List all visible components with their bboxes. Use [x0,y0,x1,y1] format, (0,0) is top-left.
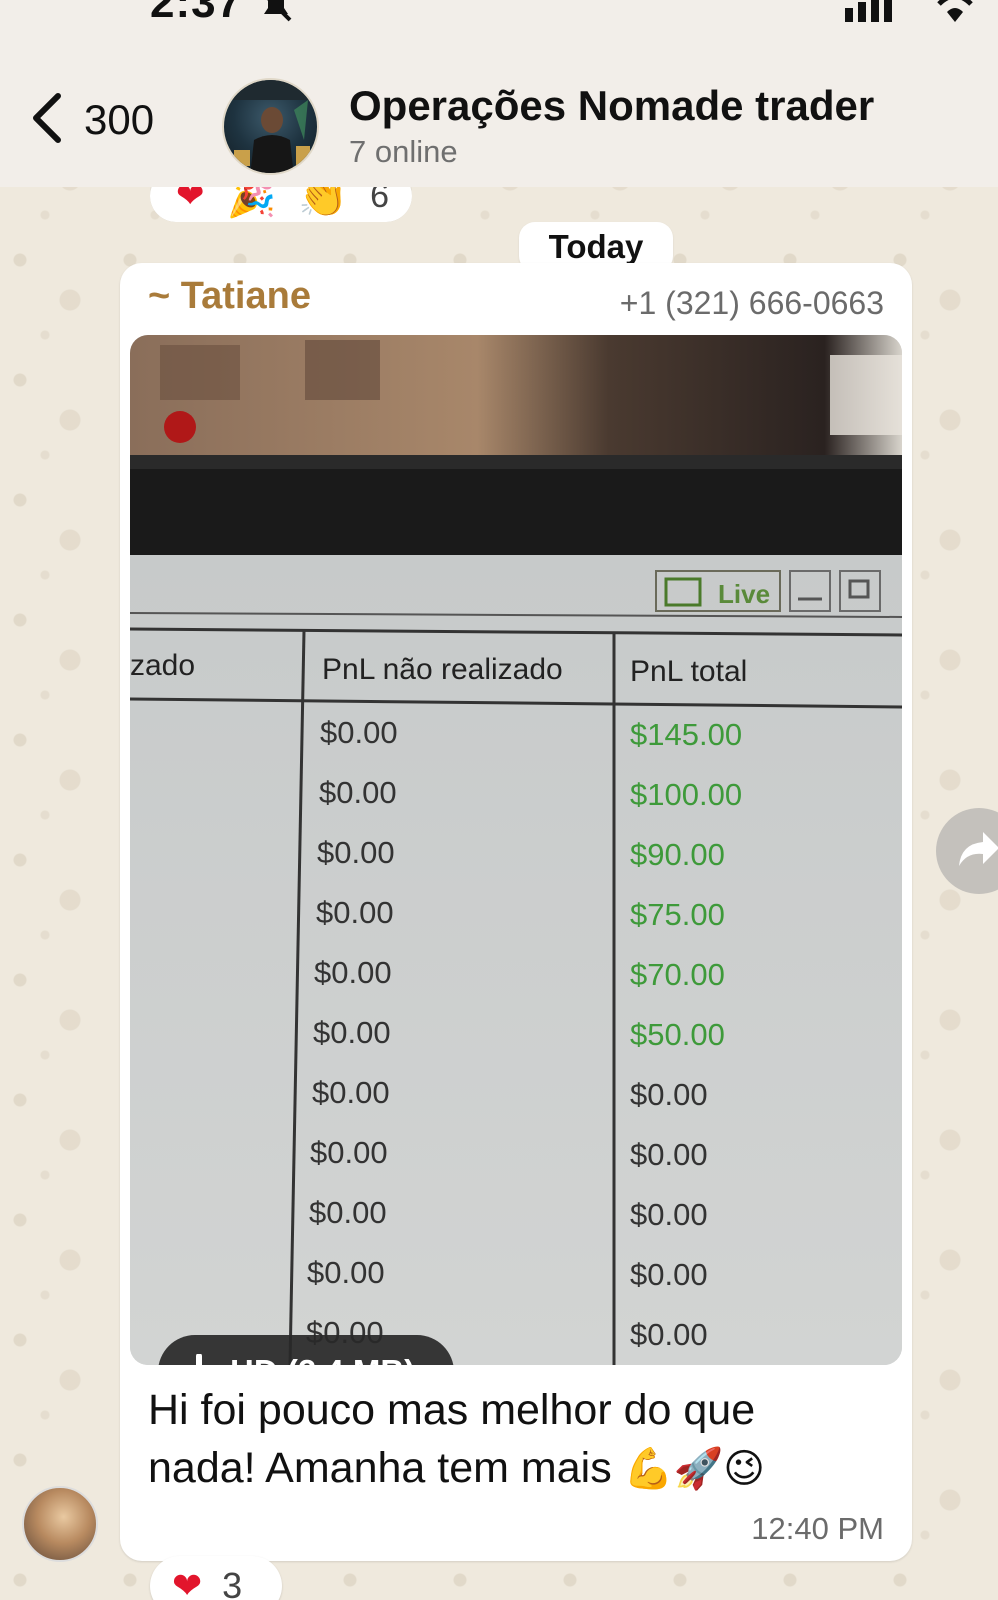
unrealized-pnl-cell: $0.00 [314,955,392,990]
online-count: 7 online [349,134,458,169]
unrealized-pnl-cell: $0.00 [310,1135,388,1170]
total-pnl-cell: $75.00 [630,897,725,932]
message-photo[interactable]: Live zado PnL não realizado PnL total $0… [130,335,902,1365]
sender-avatar[interactable] [22,1486,98,1562]
status-time: 2:37 [150,0,243,27]
total-pnl-cell: $90.00 [630,837,725,872]
unrealized-pnl-cell: $0.00 [320,715,398,750]
total-pnl-cell: $50.00 [630,1017,725,1052]
unread-count: 300 [84,96,155,143]
unrealized-pnl-cell: $0.00 [312,1075,390,1110]
total-pnl-cell: $145.00 [630,717,742,752]
column-header-left: zado [130,649,195,682]
group-avatar[interactable] [222,78,319,175]
chat-title[interactable]: Operações Nomade trader [349,82,874,130]
unrealized-pnl-cell: $0.00 [319,775,397,810]
forward-arrow-icon [957,830,998,873]
chat-header: 300 Operações Nomade trader 7 online [0,50,998,187]
hd-download-button[interactable]: HD (2.4 MB) [158,1335,454,1365]
caption-line-1: Hi foi pouco mas melhor do que [148,1386,756,1434]
column-header-total: PnL total [630,655,747,688]
unrealized-pnl-cell: $0.00 [317,835,395,870]
live-label: Live [718,579,770,609]
chevron-left-icon [30,92,64,149]
total-pnl-cell: $0.00 [630,1317,708,1352]
unrealized-pnl-cell: $0.00 [313,1015,391,1050]
caption-emojis: 💪🚀😉 [623,1446,765,1492]
hd-label: HD (2.4 MB) [230,1353,415,1365]
status-bar: 2:37 [0,0,998,50]
muted-bell-icon [258,0,294,22]
total-pnl-cell: $0.00 [630,1257,708,1292]
unrealized-pnl-cell: $0.00 [307,1255,385,1290]
message-reactions[interactable]: ❤ 3 [150,1556,282,1600]
unrealized-pnl-cell: $0.00 [316,895,394,930]
message-caption: Hi foi pouco mas melhor do que nada! Ama… [148,1381,868,1498]
sender-phone: +1 (321) 666-0663 [619,285,884,321]
download-icon [184,1354,214,1365]
message-time: 12:40 PM [751,1511,884,1546]
total-pnl-cell: $0.00 [630,1137,708,1172]
total-pnl-cell: $0.00 [630,1197,708,1232]
total-pnl-cell: $0.00 [630,1077,708,1112]
unrealized-pnl-cell: $0.00 [309,1195,387,1230]
reaction-count: 3 [222,1565,243,1600]
wifi-icon [935,0,975,27]
caption-line-2: nada! Amanha tem mais [148,1444,612,1492]
message-bubble[interactable]: ~ Tatiane +1 (321) 666-0663 Live zado Pn… [120,263,912,1561]
column-header-unrealized: PnL não realizado [322,653,563,686]
heart-reaction: ❤ [172,1565,203,1600]
back-button[interactable]: 300 [30,90,154,150]
signal-icon [845,0,893,27]
total-pnl-cell: $100.00 [630,777,742,812]
total-pnl-cell: $70.00 [630,957,725,992]
sender-name[interactable]: ~ Tatiane [148,275,311,318]
